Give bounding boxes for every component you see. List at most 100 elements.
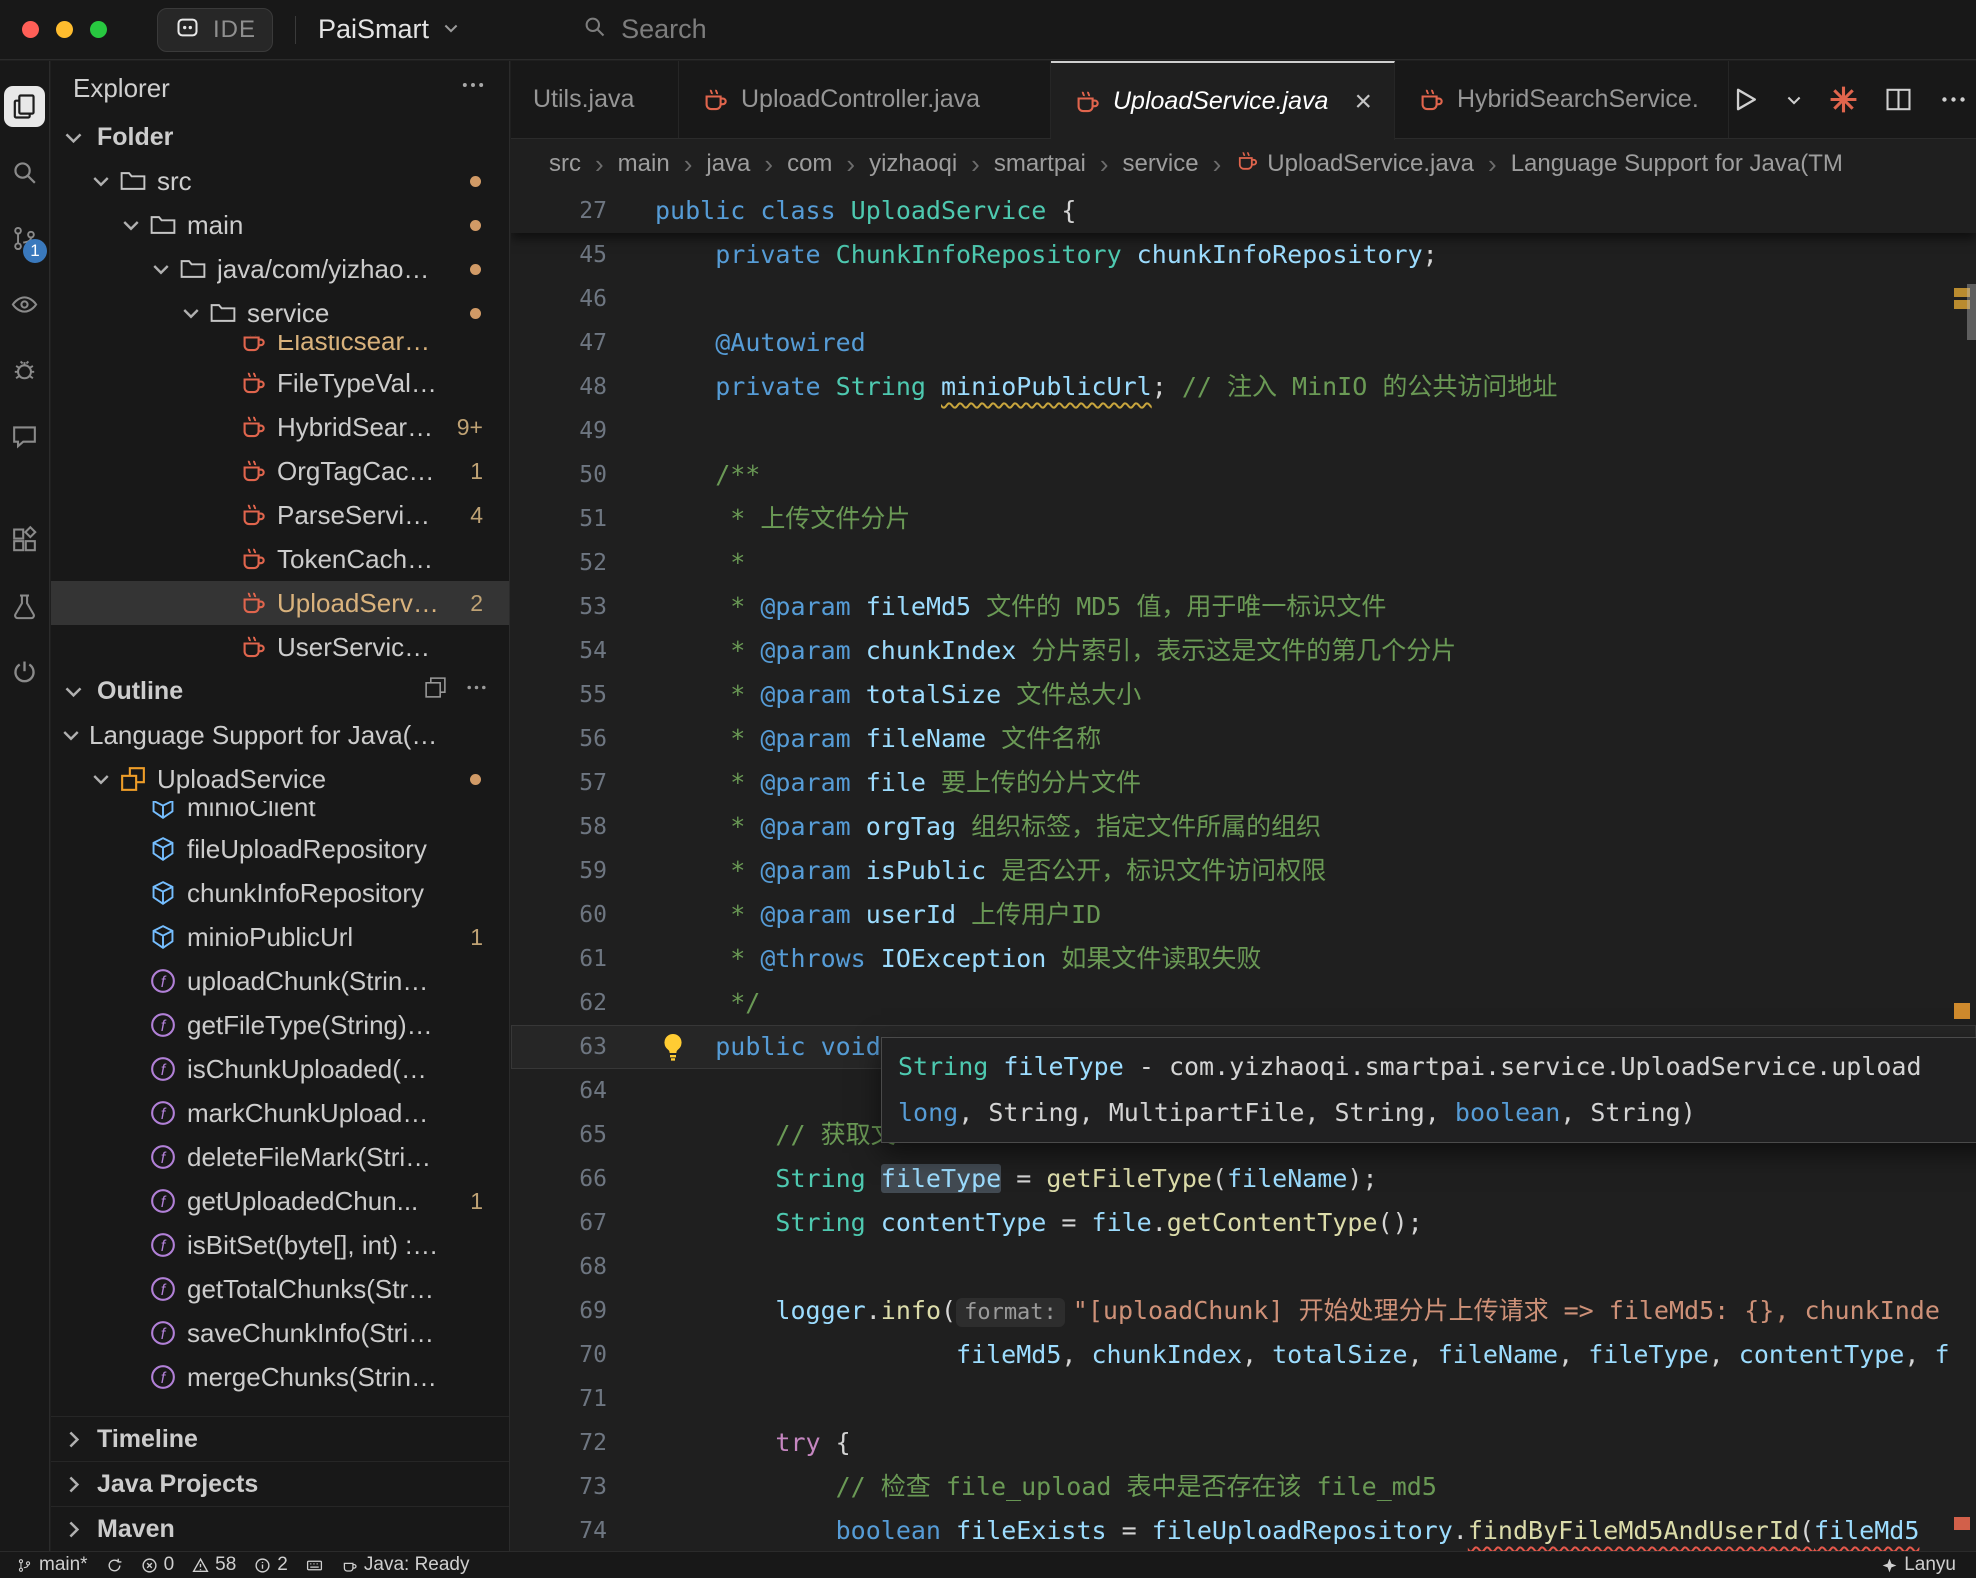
code-line[interactable]: 49 (511, 409, 1976, 453)
code-area[interactable]: 27public class UploadService { 45 privat… (511, 189, 1976, 1551)
status-keyboard[interactable] (306, 1554, 323, 1576)
file-item[interactable]: HybridSearch...9+ (51, 405, 509, 449)
app-logo[interactable]: IDE (157, 8, 273, 52)
outline-item[interactable]: minioClient (51, 801, 509, 827)
global-search[interactable]: Search (581, 13, 707, 47)
outline-item[interactable]: fgetUploadedChun...1 (51, 1179, 509, 1223)
file-item[interactable]: FileTypeValidationS... (51, 361, 509, 405)
breadcrumb-item[interactable]: Language Support for Java(TM (1511, 150, 1843, 178)
code-line[interactable]: 74 boolean fileExists = fileUploadReposi… (511, 1509, 1976, 1551)
code-line[interactable]: 62 */ (511, 981, 1976, 1025)
close-button[interactable] (22, 21, 39, 38)
collapse-all-icon[interactable] (423, 675, 448, 707)
code-line[interactable]: 52 * (511, 541, 1976, 585)
activity-debug[interactable] (0, 337, 49, 403)
section-java-projects[interactable]: Java Projects (51, 1461, 509, 1506)
code-line[interactable]: 56 * @param fileName 文件名称 (511, 717, 1976, 761)
outline-item[interactable]: fdeleteFileMark(String)... (51, 1135, 509, 1179)
code-line[interactable]: 55 * @param totalSize 文件总大小 (511, 673, 1976, 717)
code-line[interactable]: 70 fileMd5, chunkIndex, totalSize, fileN… (511, 1333, 1976, 1377)
activity-search[interactable] (0, 139, 49, 205)
outline-item[interactable]: fmergeChunks(String, ... (51, 1355, 509, 1399)
lightbulb-icon[interactable] (657, 1031, 689, 1063)
code-line[interactable]: 73 // 检查 file_upload 表中是否存在该 file_md5 (511, 1465, 1976, 1509)
status-sync[interactable] (106, 1554, 123, 1576)
code-line[interactable]: 72 try { (511, 1421, 1976, 1465)
tab-hybridsearchservice-[interactable]: HybridSearchService. (1395, 61, 1729, 138)
file-item[interactable]: ElasticsearchS... (51, 335, 509, 361)
activity-remote-explorer[interactable] (0, 271, 49, 337)
outline-item[interactable]: fgetTotalChunks(String... (51, 1267, 509, 1311)
status-info[interactable]: 2 (254, 1554, 288, 1576)
status-branch[interactable]: main* (16, 1554, 88, 1576)
section-timeline[interactable]: Timeline (51, 1416, 509, 1461)
activity-extensions[interactable] (0, 507, 49, 573)
more-actions-icon[interactable] (1938, 84, 1969, 115)
run-dropdown-icon[interactable] (1784, 90, 1804, 110)
sticky-scroll-line[interactable]: 27public class UploadService { (511, 189, 1976, 233)
outline-item[interactable]: fileUploadRepository (51, 827, 509, 871)
outline-item[interactable]: fisChunkUploaded(Stri... (51, 1047, 509, 1091)
activity-explorer[interactable] (0, 73, 49, 139)
code-line[interactable]: 27public class UploadService { (511, 189, 1976, 233)
section-maven[interactable]: Maven (51, 1506, 509, 1551)
status-coffee[interactable]: Java: Ready (341, 1554, 470, 1576)
code-line[interactable]: 54 * @param chunkIndex 分片索引，表示这是文件的第几个分片 (511, 629, 1976, 673)
breadcrumb-item[interactable]: src (549, 150, 581, 178)
breadcrumb-item[interactable]: yizhaoqi (869, 150, 957, 178)
code-line[interactable]: 45 private ChunkInfoRepository chunkInfo… (511, 233, 1976, 277)
breadcrumb-item[interactable]: smartpai (994, 150, 1086, 178)
outline-item[interactable]: fuploadChunk(String, i... (51, 959, 509, 1003)
code-line[interactable]: 59 * @param isPublic 是否公开，标识文件访问权限 (511, 849, 1976, 893)
file-item[interactable]: OrgTagCacheS...1 (51, 449, 509, 493)
code-line[interactable]: 57 * @param file 要上传的分片文件 (511, 761, 1976, 805)
code-line[interactable]: 47 @Autowired (511, 321, 1976, 365)
code-line[interactable]: 68 (511, 1245, 1976, 1289)
project-switcher[interactable]: PaiSmart (318, 14, 461, 45)
run-button[interactable] (1729, 84, 1760, 115)
close-icon[interactable]: × (1354, 87, 1372, 117)
outline-item[interactable]: fsaveChunkInfo(String,... (51, 1311, 509, 1355)
file-item[interactable]: UploadService....2 (51, 581, 509, 625)
code-line[interactable]: 67 String contentType = file.getContentT… (511, 1201, 1976, 1245)
code-line[interactable]: 60 * @param userId 上传用户ID (511, 893, 1976, 937)
file-item[interactable]: ParseService.ja...4 (51, 493, 509, 537)
folder-item[interactable]: java/com/yizhaoqi... (51, 247, 509, 291)
breadcrumb-item[interactable]: UploadService.java (1235, 149, 1474, 180)
section-folder[interactable]: Folder (51, 115, 509, 159)
outline-item[interactable]: fgetFileType(String) : ... (51, 1003, 509, 1047)
file-item[interactable]: UserService.java (51, 625, 509, 669)
more-actions-icon[interactable] (459, 71, 487, 106)
zoom-button[interactable] (90, 21, 107, 38)
activity-power[interactable] (0, 639, 49, 705)
minimize-button[interactable] (56, 21, 73, 38)
status-error[interactable]: 0 (141, 1554, 175, 1576)
breadcrumb-item[interactable]: java (706, 150, 750, 178)
status-warning[interactable]: 58 (192, 1554, 236, 1576)
scrollbar-thumb[interactable] (1967, 284, 1976, 340)
code-line[interactable]: 69 logger.info(format:"[uploadChunk] 开始处… (511, 1289, 1976, 1333)
breadcrumb-item[interactable]: service (1123, 150, 1199, 178)
code-line[interactable]: 58 * @param orgTag 组织标签，指定文件所属的组织 (511, 805, 1976, 849)
section-outline[interactable]: Outline (51, 669, 509, 713)
breadcrumb-item[interactable]: main (618, 150, 670, 178)
file-item[interactable]: TokenCacheServic... (51, 537, 509, 581)
code-line[interactable]: 53 * @param fileMd5 文件的 MD5 值，用于唯一标识文件 (511, 585, 1976, 629)
code-line[interactable]: 46 (511, 277, 1976, 321)
breadcrumb-item[interactable]: com (787, 150, 832, 178)
folder-item[interactable]: service (51, 291, 509, 335)
more-actions-icon[interactable] (464, 675, 489, 707)
folder-item[interactable]: main (51, 203, 509, 247)
tab-utils-java[interactable]: Utils.java (511, 61, 679, 138)
starburst-icon[interactable] (1828, 84, 1859, 115)
outline-item[interactable]: UploadService (51, 757, 509, 801)
code-line[interactable]: 50 /** (511, 453, 1976, 497)
outline-item[interactable]: fisBitSet(byte[], int) : ... (51, 1223, 509, 1267)
code-line[interactable]: 66 String fileType = getFileType(fileNam… (511, 1157, 1976, 1201)
activity-testing[interactable] (0, 573, 49, 639)
status-sparkle[interactable]: Lanyu (1881, 1554, 1956, 1576)
outline-item[interactable]: fmarkChunkUploaded(... (51, 1091, 509, 1135)
activity-comments[interactable] (0, 403, 49, 469)
tab-uploadcontroller-java[interactable]: UploadController.java (679, 61, 1051, 138)
code-line[interactable]: 51 * 上传文件分片 (511, 497, 1976, 541)
